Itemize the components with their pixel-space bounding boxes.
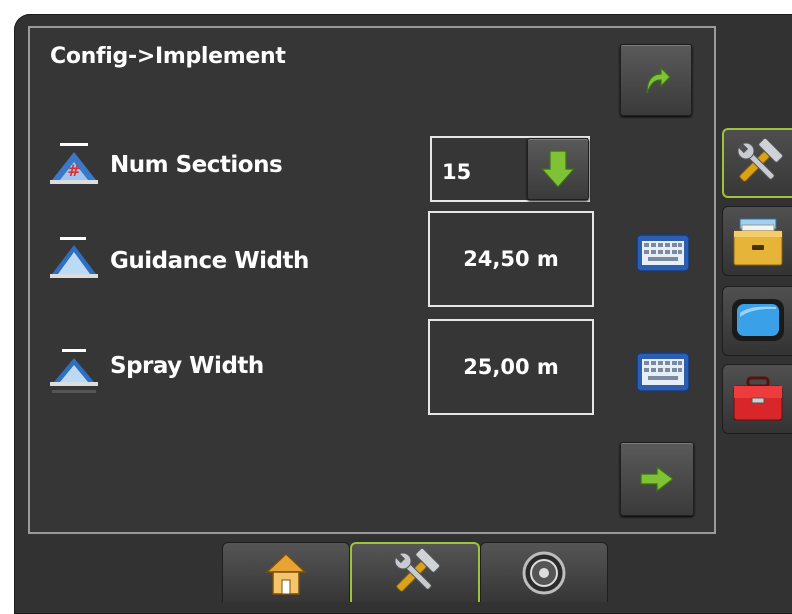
- spray-width-field[interactable]: 25,00 m: [428, 319, 594, 415]
- page-title: Config->Implement: [50, 44, 286, 69]
- next-button[interactable]: [620, 442, 694, 516]
- guidance-width-icon: [48, 236, 100, 282]
- svg-text:#: #: [67, 161, 80, 180]
- config-panel: [28, 26, 716, 534]
- gauge-icon: [521, 550, 567, 596]
- back-button[interactable]: [620, 44, 692, 116]
- num-sections-dropdown-button[interactable]: [527, 138, 589, 200]
- bottom-tab-tools[interactable]: [350, 542, 480, 602]
- guidance-width-label: Guidance Width: [110, 248, 309, 274]
- num-sections-value: 15: [442, 160, 472, 184]
- spray-width-label: Spray Width: [110, 353, 264, 379]
- spray-width-icon: [48, 348, 100, 398]
- bottom-tab-gauge[interactable]: [480, 542, 608, 602]
- toolbox-icon: [730, 374, 786, 424]
- tools-icon: [731, 136, 785, 190]
- side-tab-tools[interactable]: [722, 128, 792, 198]
- tools-icon: [388, 546, 442, 600]
- green-down-arrow-icon: [540, 149, 576, 189]
- num-sections-label: Num Sections: [110, 152, 283, 178]
- next-arrow-icon: [639, 465, 675, 493]
- bottom-tab-home[interactable]: [222, 542, 350, 602]
- keyboard-icon[interactable]: [636, 234, 690, 272]
- file-cabinet-icon: [730, 213, 786, 269]
- side-tab-files[interactable]: [722, 206, 792, 276]
- guidance-width-field[interactable]: 24,50 m: [428, 211, 594, 307]
- screen-icon: [730, 295, 786, 347]
- num-sections-icon: #: [48, 142, 100, 186]
- return-arrow-icon: [639, 63, 673, 97]
- side-tab-display[interactable]: [722, 286, 792, 356]
- keyboard-icon[interactable]: [636, 352, 690, 392]
- home-icon: [263, 550, 309, 596]
- side-tab-toolbox[interactable]: [722, 364, 792, 434]
